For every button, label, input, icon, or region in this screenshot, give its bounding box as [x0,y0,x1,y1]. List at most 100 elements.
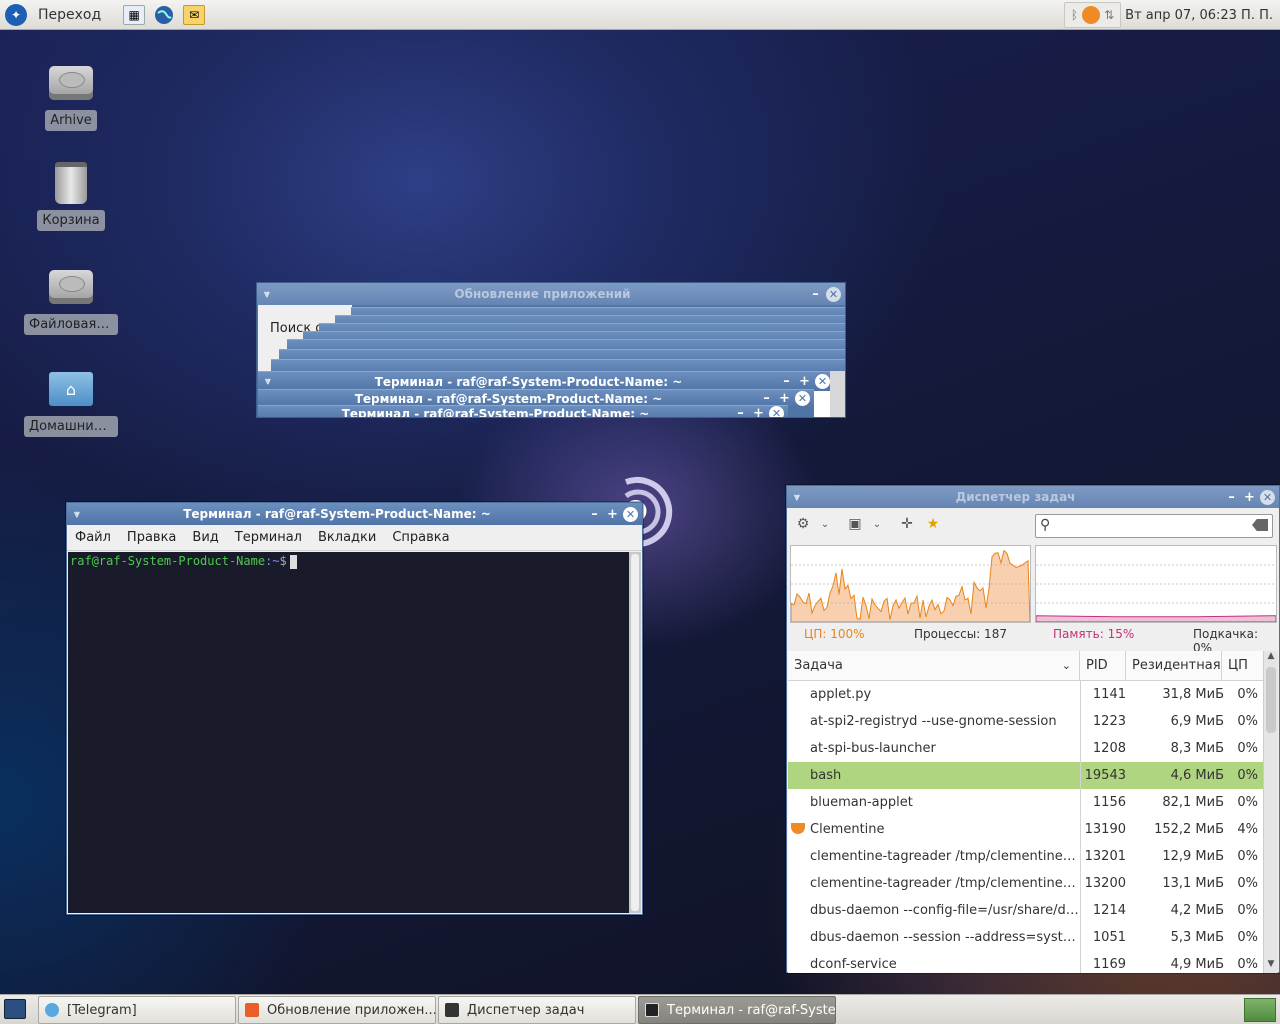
table-row[interactable]: blueman-applet 1156 82,1 МиБ 0% [788,789,1263,816]
desktop-icon-filesystem[interactable]: Файловая с... [24,264,118,335]
stacked-terminal-3[interactable]: Терминал - raf@raf-System-Product-Name: … [258,405,788,417]
table-row[interactable]: clementine-tagreader /tmp/clementine_...… [788,870,1263,897]
mail-icon[interactable]: ✉ [183,4,206,25]
show-desktop-icon[interactable]: ▦ [123,4,146,25]
scroll-down-icon[interactable]: ▼ [1264,959,1278,973]
table-scrollbar[interactable]: ▲ ▼ [1263,651,1278,973]
column-cpu[interactable]: ЦП [1222,651,1262,680]
close-icon[interactable]: ✕ [1260,489,1275,505]
maximize-icon[interactable]: + [605,507,620,522]
chevron-down-icon[interactable]: ⌄ [871,514,883,534]
menu-help[interactable]: Справка [384,530,457,545]
minimize-icon[interactable]: – [779,374,794,389]
terminal-output[interactable]: raf@raf-System-Product-Name:~$ [68,552,641,913]
process-search-input[interactable]: ⚲ [1035,514,1273,538]
window-menu-icon[interactable]: ⩔ [258,376,278,387]
table-row[interactable]: dconf-service 1169 4,9 МиБ 0% [788,951,1263,978]
terminal-icon [645,1003,659,1017]
menu-file[interactable]: Файл [67,530,119,545]
process-name: at-spi-bus-launcher [810,741,936,756]
update-icon [245,1003,259,1017]
crosshair-icon[interactable]: ✛ [897,514,917,534]
taskbar-item-taskmanager[interactable]: Диспетчер задач [438,996,636,1024]
minimize-icon[interactable]: – [808,287,823,302]
clear-icon[interactable] [1252,519,1268,531]
table-row[interactable]: dbus-daemon --config-file=/usr/share/def… [788,897,1263,924]
workspace-switcher-icon[interactable] [1244,998,1276,1022]
bluetooth-icon[interactable]: ᛒ [1071,8,1078,22]
star-icon[interactable]: ★ [923,514,943,534]
table-row[interactable]: bash 19543 4,6 МиБ 0% [788,762,1263,789]
maximize-icon[interactable]: + [797,374,812,389]
task-manager-window: ⩔ Диспетчер задач – + ✕ ⚙ ⌄ ▣ ⌄ ✛ ★ ⚲ ЦП: … [786,485,1280,973]
maximize-icon[interactable]: + [1242,490,1257,505]
scrollbar-thumb[interactable] [631,554,639,911]
minimize-icon[interactable]: – [587,507,602,522]
stacked-terminal-1[interactable]: ⩔ Терминал - raf@raf-System-Product-Name… [258,371,834,391]
update-window-titlebar[interactable]: ⩔ Обновление приложений – ✕ [257,283,845,305]
close-icon[interactable]: ✕ [826,286,841,302]
table-row[interactable]: applet.py 1141 31,8 МиБ 0% [788,681,1263,708]
window-menu-icon[interactable]: ⩔ [257,289,277,300]
home-folder-icon: ⌂ [49,372,93,406]
process-name: bash [810,768,842,783]
terminal-scrollbar[interactable] [629,552,641,913]
memory-usage-label: Память: 15% [1053,627,1135,641]
window-menu-icon[interactable]: ⩔ [787,492,807,503]
column-divider [1080,681,1081,973]
minimize-icon[interactable]: – [759,391,774,406]
search-icon: ⚲ [1040,517,1051,533]
show-desktop-icon[interactable] [4,999,26,1019]
mageia-logo-icon[interactable]: ✦ [5,3,27,26]
window-title: Диспетчер задач [955,490,1076,504]
view-icon[interactable]: ▣ [845,514,865,534]
menu-tabs[interactable]: Вкладки [310,530,384,545]
clementine-tray-icon[interactable] [1082,6,1101,24]
column-resident[interactable]: Резидентная [1126,651,1222,680]
maximize-icon[interactable]: + [777,391,792,406]
table-row[interactable]: Clementine 13190 152,2 МиБ 4% [788,816,1263,843]
taskbar-item-update[interactable]: Обновление приложен... [238,996,436,1024]
chevron-down-icon[interactable]: ⌄ [819,514,831,534]
close-icon[interactable]: ✕ [795,391,810,406]
column-task[interactable]: Задача ⌄ [788,651,1080,680]
process-name: Clementine [810,822,885,837]
window-menu-icon[interactable]: ⩔ [67,509,87,520]
taskbar-item-telegram[interactable]: [Telegram] [38,996,236,1024]
process-cpu: 0% [1237,876,1258,891]
maximize-icon[interactable]: + [751,406,766,417]
desktop-icon-home[interactable]: ⌂ Домашний ... [24,366,118,437]
desktop-icon-arhive[interactable]: Arhive [24,60,118,131]
process-memory: 4,6 МиБ [1170,768,1224,783]
clock[interactable]: Вт апр 07, 06:23 П. П. [1125,8,1273,23]
table-row[interactable]: at-spi2-registryd --use-gnome-session 122… [788,708,1263,735]
scrollbar-thumb[interactable] [1266,667,1276,733]
menu-view[interactable]: Вид [184,530,226,545]
close-icon[interactable]: ✕ [769,406,784,417]
column-pid[interactable]: PID [1080,651,1126,680]
browser-globe-icon[interactable] [153,5,175,25]
table-row[interactable]: dbus-daemon --session --address=system..… [788,924,1263,951]
process-cpu: 0% [1237,687,1258,702]
taskbar-item-terminal[interactable]: Терминал - raf@raf-Syste... [638,996,836,1024]
network-icon[interactable]: ⇅ [1104,8,1114,22]
table-row[interactable]: clementine-tagreader /tmp/clementine_...… [788,843,1263,870]
settings-cog-icon[interactable]: ⚙ [793,514,813,534]
close-icon[interactable]: ✕ [815,374,830,389]
menu-go[interactable]: Переход [38,7,101,23]
system-tray: ᛒ ⇅ Вт апр 07, 06:23 П. П. [1063,0,1280,30]
terminal-titlebar[interactable]: ⩔ Терминал - raf@raf-System-Product-Name… [67,503,642,525]
menu-edit[interactable]: Правка [119,530,184,545]
process-rows: applet.py 1141 31,8 МиБ 0% at-spi2-registryd… [788,681,1263,978]
close-icon[interactable]: ✕ [623,506,638,522]
desktop-icon-trash[interactable]: Корзина [24,160,118,231]
minimize-icon[interactable]: – [733,406,748,417]
task-manager-titlebar[interactable]: ⩔ Диспетчер задач – + ✕ [787,486,1279,508]
column-label: Задача [794,658,843,673]
process-cpu: 0% [1237,741,1258,756]
table-row[interactable]: at-spi-bus-launcher 1208 8,3 МиБ 0% [788,735,1263,762]
minimize-icon[interactable]: – [1224,490,1239,505]
process-pid: 1208 [1092,741,1126,756]
scroll-up-icon[interactable]: ▲ [1264,651,1278,665]
menu-terminal[interactable]: Терминал [227,530,310,545]
